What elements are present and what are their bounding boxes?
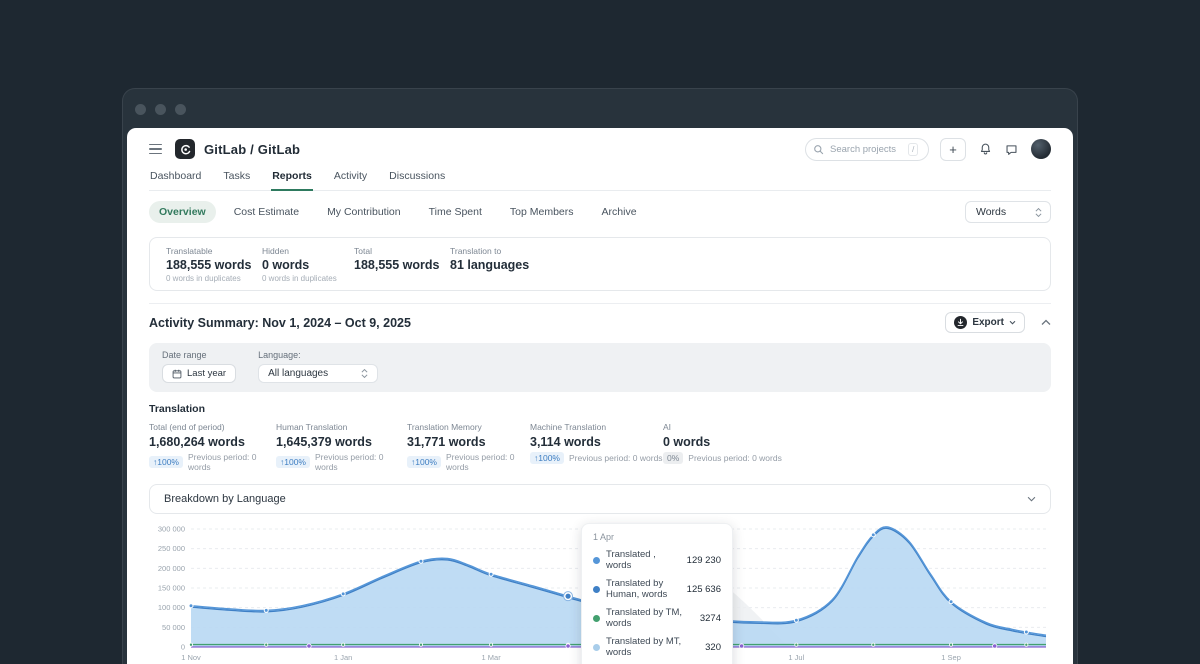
export-button[interactable]: Export — [945, 312, 1025, 333]
series-dot-icon — [593, 557, 600, 564]
bell-icon — [979, 142, 992, 156]
window-control-dot[interactable] — [175, 104, 186, 115]
subtab-overview[interactable]: Overview — [149, 201, 216, 223]
date-range-button[interactable]: Last year — [162, 364, 236, 383]
subtab-time-spent[interactable]: Time Spent — [419, 201, 492, 223]
user-avatar[interactable] — [1031, 139, 1051, 159]
svg-text:150 000: 150 000 — [158, 584, 185, 593]
activity-chart: 300 000 250 000 200 000 150 000 100 000 50 00… — [149, 522, 1051, 664]
svg-text:1 Jul: 1 Jul — [788, 653, 804, 662]
window-controls — [135, 104, 186, 115]
search-box[interactable]: / — [805, 138, 929, 161]
notifications-button[interactable] — [979, 142, 992, 156]
stat-machine-translation: Machine Translation 3,114 words ↑100%Pre… — [530, 422, 663, 472]
trend-badge: ↑100% — [149, 456, 183, 468]
filter-bar: Date range Last year Language: All langu… — [149, 343, 1051, 392]
subtab-archive[interactable]: Archive — [592, 201, 647, 223]
trend-badge: 0% — [663, 452, 683, 464]
trend-badge: ↑100% — [407, 456, 441, 468]
language-select[interactable]: All languages — [258, 364, 378, 383]
stat-translation-to: Translation to 81 languages — [450, 246, 529, 283]
activity-summary-header: Activity Summary: Nov 1, 2024 – Oct 9, 2… — [149, 312, 1051, 333]
svg-text:100 000: 100 000 — [158, 603, 185, 612]
search-shortcut-badge: / — [908, 143, 918, 156]
subtab-my-contribution[interactable]: My Contribution — [317, 201, 411, 223]
svg-text:300 000: 300 000 — [158, 525, 185, 534]
calendar-icon — [172, 369, 182, 379]
tooltip-row: Translated by MT, words 320 — [593, 636, 721, 658]
stat-translation-memory: Translation Memory 31,771 words ↑100%Pre… — [407, 422, 530, 472]
unit-select[interactable]: Words — [965, 201, 1051, 223]
series-dot-icon — [593, 615, 600, 622]
search-icon — [813, 144, 824, 155]
trend-badge: ↑100% — [530, 452, 564, 464]
svg-text:250 000: 250 000 — [158, 544, 185, 553]
chevron-down-icon — [1027, 496, 1036, 502]
app-header: GitLab / GitLab / + — [149, 128, 1051, 164]
tab-discussions[interactable]: Discussions — [388, 164, 446, 190]
translation-stats-section: Translation Total (end of period) 1,680,… — [149, 403, 1051, 472]
export-download-icon — [954, 316, 967, 329]
messages-button[interactable] — [1005, 143, 1018, 156]
series-dot-icon — [593, 586, 600, 593]
activity-summary-section: Activity Summary: Nov 1, 2024 – Oct 9, 2… — [149, 303, 1051, 664]
tab-tasks[interactable]: Tasks — [222, 164, 251, 190]
tab-dashboard[interactable]: Dashboard — [149, 164, 202, 190]
stat-human-translation: Human Translation 1,645,379 words ↑100%P… — [276, 422, 407, 472]
stat-total: Total 188,555 words — [354, 246, 450, 283]
collapse-section-button[interactable] — [1041, 319, 1051, 326]
tab-activity[interactable]: Activity — [333, 164, 368, 190]
menu-icon[interactable] — [149, 144, 162, 155]
stat-total-end-of-period: Total (end of period) 1,680,264 words ↑1… — [149, 422, 276, 472]
svg-text:1 Sep: 1 Sep — [941, 653, 961, 662]
report-subtabs: Overview Cost Estimate My Contribution T… — [149, 199, 1051, 225]
select-caret-icon — [1035, 207, 1042, 218]
stat-translatable: Translatable 188,555 words 0 words in du… — [166, 246, 262, 283]
stat-hidden: Hidden 0 words 0 words in duplicates — [262, 246, 354, 283]
window-control-dot[interactable] — [135, 104, 146, 115]
svg-text:200 000: 200 000 — [158, 564, 185, 573]
svg-text:50 000: 50 000 — [162, 623, 185, 632]
search-input[interactable] — [830, 144, 902, 155]
date-range-filter: Date range Last year — [162, 350, 236, 383]
chevron-down-icon — [1009, 320, 1016, 325]
tab-reports[interactable]: Reports — [271, 164, 313, 191]
breakdown-by-language-panel[interactable]: Breakdown by Language — [149, 484, 1051, 514]
svg-text:1 Jan: 1 Jan — [334, 653, 352, 662]
series-dot-icon — [593, 644, 600, 651]
chevron-up-icon — [1041, 319, 1051, 326]
activity-summary-title: Activity Summary: Nov 1, 2024 – Oct 9, 2… — [149, 316, 411, 330]
tooltip-row: Translated by Human, words 125 636 — [593, 578, 721, 600]
svg-text:1 Nov: 1 Nov — [181, 653, 201, 662]
header-actions: / + — [805, 138, 1051, 161]
main-nav-tabs: Dashboard Tasks Reports Activity Discuss… — [149, 164, 1051, 191]
svg-text:0: 0 — [181, 643, 185, 652]
select-caret-icon — [361, 368, 368, 379]
subtab-cost-estimate[interactable]: Cost Estimate — [224, 201, 309, 223]
trend-badge: ↑100% — [276, 456, 310, 468]
page-title: GitLab / GitLab — [204, 142, 300, 157]
chart-tooltip: 1 Apr Translated , words 129 230 Transla… — [581, 523, 733, 664]
app-page: GitLab / GitLab / + Dashboard Tasks — [127, 128, 1073, 664]
summary-stats-card: Translatable 188,555 words 0 words in du… — [149, 237, 1051, 291]
chat-icon — [1005, 143, 1018, 156]
project-logo-icon[interactable] — [175, 139, 195, 159]
create-new-button[interactable]: + — [940, 138, 966, 161]
window-control-dot[interactable] — [155, 104, 166, 115]
svg-text:1 Mar: 1 Mar — [482, 653, 502, 662]
language-filter: Language: All languages — [258, 350, 378, 383]
tooltip-row: Translated by TM, words 3274 — [593, 607, 721, 629]
stat-ai: AI 0 words 0%Previous period: 0 words — [663, 422, 782, 472]
subtab-top-members[interactable]: Top Members — [500, 201, 584, 223]
tooltip-row: Translated , words 129 230 — [593, 549, 721, 571]
browser-window: GitLab / GitLab / + Dashboard Tasks — [122, 88, 1078, 664]
